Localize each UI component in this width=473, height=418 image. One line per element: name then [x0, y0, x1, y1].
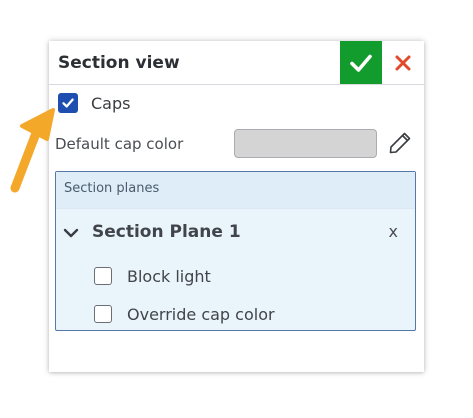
pencil-icon [389, 132, 411, 154]
stage: Section view Caps Default cap color Sect… [0, 0, 473, 418]
caps-label: Caps [91, 93, 131, 113]
cap-color-swatch[interactable] [234, 129, 377, 158]
remove-plane-button[interactable]: x [389, 222, 398, 241]
section-planes-header: Section planes [56, 172, 415, 209]
section-plane-row[interactable]: Section Plane 1 x [56, 216, 415, 250]
section-plane-name: Section Plane 1 [92, 222, 241, 242]
edit-color-button[interactable] [387, 130, 413, 156]
caps-checkbox[interactable] [58, 93, 78, 113]
section-view-dialog: Section view Caps Default cap color Sect… [49, 41, 424, 372]
override-cap-color-checkbox[interactable] [94, 305, 112, 323]
checkbox-check-icon [62, 98, 74, 108]
block-light-checkbox[interactable] [94, 267, 112, 285]
close-x-icon [395, 55, 411, 70]
checkmark-icon [350, 54, 372, 72]
cancel-button[interactable] [387, 41, 419, 84]
dialog-title: Section view [58, 53, 180, 73]
override-cap-color-option[interactable]: Override cap color [94, 303, 275, 325]
override-cap-color-label: Override cap color [127, 304, 275, 324]
section-planes-title: Section planes [64, 181, 160, 196]
dialog-header: Section view [49, 41, 424, 85]
section-planes-panel: Section planes Section Plane 1 x Block l… [55, 171, 416, 331]
block-light-option[interactable]: Block light [94, 265, 211, 287]
block-light-label: Block light [127, 266, 211, 286]
chevron-down-icon[interactable] [63, 226, 79, 240]
default-cap-color-label: Default cap color [55, 135, 184, 153]
caps-option[interactable]: Caps [58, 93, 130, 113]
ok-button[interactable] [340, 41, 382, 84]
